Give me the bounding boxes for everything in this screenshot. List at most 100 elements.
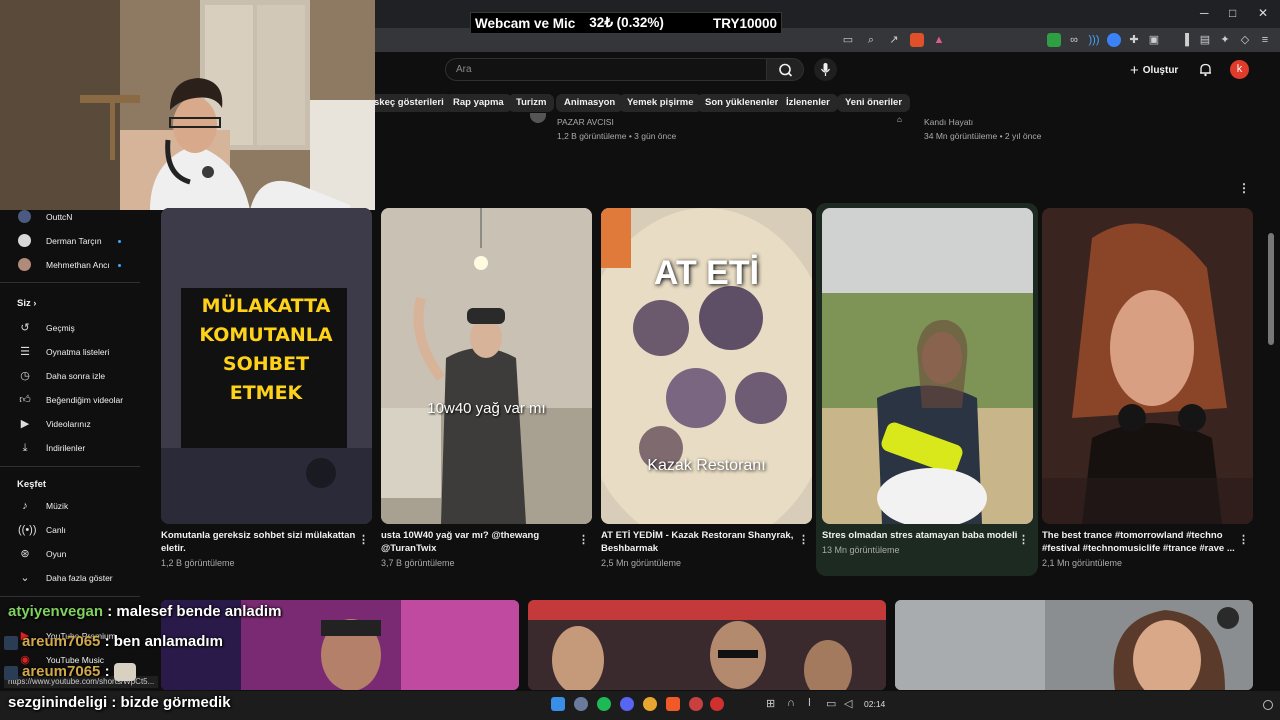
extension-sound-icon[interactable]: ))) — [1087, 33, 1101, 47]
app-icon[interactable] — [574, 697, 588, 711]
video-thumbnail[interactable] — [895, 600, 1253, 690]
chip-animasyon[interactable]: Animasyon — [556, 94, 624, 112]
network-icon[interactable]: ▭ — [826, 697, 836, 710]
live-dot — [118, 264, 121, 267]
chip-son-yuklenenler[interactable]: Son yüklenenler — [697, 94, 787, 112]
channel-avatar[interactable] — [530, 113, 546, 123]
chip-turizm[interactable]: Turizm — [508, 94, 555, 112]
sidebar-subscription-derman[interactable]: Derman Tarçın — [0, 231, 150, 251]
thumbnail-image — [381, 208, 592, 524]
search-input[interactable]: Ara — [445, 58, 767, 81]
system-tray-icon[interactable]: ⊞ — [766, 697, 775, 710]
sidebar-subscription-outtcn[interactable]: OuttcN — [0, 207, 150, 227]
brave-rewards-icon[interactable]: ▲ — [932, 33, 946, 47]
thumbnail-caption: SOHBET — [222, 353, 310, 375]
short-title[interactable]: The best trance #tomorrowland #techno #f… — [1042, 529, 1238, 555]
short-thumbnail-2[interactable]: 10w40 yağ var mı — [381, 208, 592, 524]
discord-icon[interactable] — [620, 697, 634, 711]
top-video-channel[interactable]: PAZAR AVCISI — [557, 117, 614, 127]
sidebar-item-playlists[interactable]: ☰ Oynatma listeleri — [0, 342, 150, 362]
taskbar-clock[interactable]: 02:14 — [864, 699, 885, 709]
more-options-icon[interactable]: ⋮ — [798, 533, 809, 546]
short-title[interactable]: Stres olmadan stres atamayan baba modeli — [822, 529, 1018, 542]
short-title[interactable]: usta 10W40 yağ var mı? @thewang @TuranTw… — [381, 529, 577, 555]
page-scrollbar[interactable] — [1268, 233, 1274, 345]
chip-yemek[interactable]: Yemek pişirme — [619, 94, 702, 112]
donation-goal-overlay: Webcam ve Mic 32₺ (0.32%) TRY10000 — [470, 12, 782, 34]
avatar — [18, 234, 31, 247]
sidebar-item-watch-later[interactable]: ◷ Daha sonra izle — [0, 366, 150, 386]
cast-icon[interactable]: ▭ — [841, 33, 855, 47]
playlist-icon: ☰ — [20, 346, 30, 358]
extension-shield-icon[interactable] — [1047, 33, 1061, 47]
volume-icon[interactable]: ◁ — [844, 697, 852, 710]
chip-yeni-oneriler[interactable]: Yeni öneriler — [837, 94, 911, 112]
short-title[interactable]: Komutanla gereksiz sohbet sizi mülakatta… — [161, 529, 357, 555]
music-note-icon: ♪ — [22, 500, 28, 512]
gamepad-icon: ⊛ — [20, 548, 30, 560]
sidebar-item-downloads[interactable]: ⤓ İndirilenler — [0, 438, 150, 458]
sidebar-item-your-videos[interactable]: ▶ Videolarınız — [0, 414, 150, 434]
sidebar-you-header[interactable]: Siz › — [17, 298, 36, 309]
more-options-icon[interactable]: ⋮ — [578, 533, 589, 546]
sidebar-item-gaming[interactable]: ⊛ Oyun — [0, 544, 150, 564]
vpn-shield-icon[interactable]: ◇ — [1238, 33, 1252, 47]
extension-blue-icon[interactable] — [1107, 33, 1121, 47]
download-icon: ⤓ — [22, 442, 28, 454]
extension-glasses-icon[interactable]: ∞ — [1067, 33, 1081, 47]
maximize-button[interactable]: □ — [1229, 6, 1236, 20]
extensions-puzzle-icon[interactable]: ✚ — [1127, 33, 1141, 47]
sidebar-item-show-more[interactable]: ⌄ Daha fazla göster — [0, 568, 150, 588]
top-video-channel[interactable]: Kandı Hayatı — [924, 117, 973, 127]
more-options-icon[interactable]: ⋮ — [1238, 533, 1249, 546]
chat-text: : ben anlamadım — [104, 633, 223, 650]
account-avatar[interactable]: k — [1230, 60, 1249, 79]
more-options-icon[interactable]: ⋮ — [1018, 533, 1029, 546]
chip-skec[interactable]: skeç gösterileri — [368, 94, 452, 112]
more-options-icon[interactable]: ⋮ — [358, 533, 369, 546]
chat-message: areum7065 : ben anlamadım — [4, 633, 223, 650]
chrome-icon[interactable] — [643, 697, 657, 711]
thumbs-up-icon: 👍︎ — [19, 394, 31, 406]
brave-shield-icon[interactable] — [910, 33, 924, 47]
live-dot — [118, 240, 121, 243]
short-thumbnail-5[interactable] — [1042, 208, 1253, 524]
thumbnail-caption: KOMUTANLA — [199, 324, 333, 346]
short-thumbnail-1[interactable]: MÜLAKATTA KOMUTANLA SOHBET ETMEK — [161, 208, 372, 524]
notification-center-icon[interactable] — [1263, 700, 1273, 710]
chip-rap[interactable]: Rap yapma — [445, 94, 512, 112]
headset-icon[interactable]: ∩ — [787, 697, 795, 709]
goal-target: TRY10000 — [712, 15, 777, 31]
create-button[interactable]: + Oluştur — [1130, 60, 1178, 80]
search-button[interactable] — [766, 58, 804, 81]
zoom-icon[interactable]: ⌕ — [864, 33, 878, 47]
menu-icon[interactable]: ≡ — [1258, 33, 1272, 47]
shorts-more-icon[interactable]: ⋮ — [1238, 181, 1250, 195]
channel-logo-icon[interactable]: ⌂ — [897, 115, 911, 124]
notifications-bell-icon[interactable] — [1198, 62, 1213, 77]
voice-search-button[interactable] — [814, 58, 837, 81]
sidebar-item-music[interactable]: ♪ Müzik — [0, 496, 150, 516]
sidebar-toggle-icon[interactable]: ▐ — [1178, 33, 1192, 47]
extension-window-icon[interactable]: ▣ — [1147, 33, 1161, 47]
sidebar-item-live[interactable]: ((•)) Canlı — [0, 520, 150, 540]
app-icon[interactable] — [689, 697, 703, 711]
sidebar-item-liked[interactable]: 👍︎ Beğendiğim videolar — [0, 390, 150, 410]
short-thumbnail-3[interactable]: AT ETİ Kazak Restoranı — [601, 208, 812, 524]
short-thumbnail-4[interactable] — [822, 208, 1033, 524]
short-title[interactable]: AT ETİ YEDİM - Kazak Restoranı Shanyrak,… — [601, 529, 797, 555]
spotify-icon[interactable] — [597, 697, 611, 711]
share-icon[interactable]: ↗ — [887, 33, 901, 47]
windows-start-icon[interactable] — [551, 697, 565, 711]
chip-izlenenler[interactable]: İzlenenler — [778, 94, 838, 112]
sidebar-subscription-mehmethan[interactable]: Mehmethan Ancı — [0, 255, 150, 275]
leo-icon[interactable]: ✦ — [1218, 33, 1232, 47]
minimize-button[interactable]: ─ — [1200, 6, 1209, 20]
microphone-icon[interactable]: ǀ — [808, 697, 811, 709]
close-window-button[interactable]: ✕ — [1258, 6, 1268, 20]
wallet-icon[interactable]: ▤ — [1198, 33, 1212, 47]
app-icon[interactable] — [710, 697, 724, 711]
brave-icon[interactable] — [666, 697, 680, 711]
sidebar-item-history[interactable]: ↺ Geçmiş — [0, 318, 150, 338]
video-thumbnail[interactable] — [528, 600, 886, 690]
